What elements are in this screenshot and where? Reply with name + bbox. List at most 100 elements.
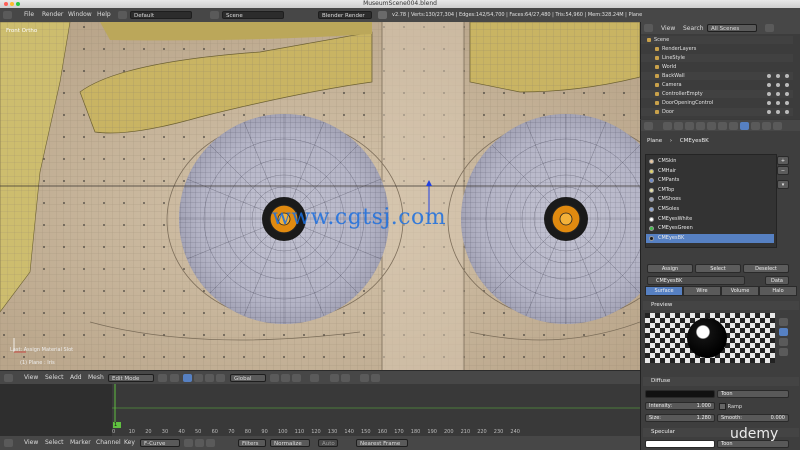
camera-render-icon[interactable] [785, 74, 789, 78]
menu-render[interactable]: Render [42, 11, 63, 18]
tab-halo[interactable]: Halo [759, 286, 797, 296]
outliner-item[interactable]: Camera [641, 81, 793, 89]
auto-normalize-toggle[interactable]: Auto [318, 439, 338, 447]
remove-slot-button[interactable]: − [777, 166, 789, 175]
material-slot-item[interactable]: CMEyesBK [646, 233, 774, 243]
pivot-icon[interactable] [170, 374, 179, 382]
menu-view[interactable]: View [24, 374, 38, 381]
render-engine-select[interactable]: Blender Render [318, 11, 372, 19]
scale-icon[interactable] [216, 374, 225, 382]
edge-select-icon[interactable] [281, 374, 290, 382]
material-slot-item[interactable]: CMEyesWhite [646, 215, 774, 224]
menu-window[interactable]: Window [68, 11, 92, 18]
search-icon[interactable] [765, 24, 774, 32]
preview-sphere-icon[interactable] [779, 328, 788, 336]
screen-layout-icon[interactable] [118, 11, 127, 19]
eye-icon[interactable] [767, 101, 771, 105]
editor-type-icon[interactable] [3, 11, 12, 19]
translate-icon[interactable] [194, 374, 203, 382]
mode-select[interactable]: Edit Mode [108, 374, 154, 382]
modifiers-tab-icon[interactable] [718, 122, 727, 130]
errors-icon[interactable] [206, 439, 215, 447]
material-slot-item[interactable]: CMHair [646, 167, 774, 176]
deselect-button[interactable]: Deselect [743, 264, 789, 273]
face-select-icon[interactable] [292, 374, 301, 382]
tab-volume[interactable]: Volume [721, 286, 759, 296]
menu-file[interactable]: File [24, 11, 34, 18]
cursor-icon[interactable] [776, 101, 780, 105]
size-field[interactable]: Size: 1.280 [645, 414, 715, 422]
menu-key[interactable]: Key [124, 439, 135, 446]
menu-select[interactable]: Select [45, 374, 64, 381]
snap-target-icon[interactable] [341, 374, 350, 382]
camera-render-icon[interactable] [785, 92, 789, 96]
shading-icon[interactable] [158, 374, 167, 382]
outliner-item[interactable]: RenderLayers [641, 45, 793, 53]
preview-monkey-icon[interactable] [779, 348, 788, 356]
diffuse-shader-select[interactable]: Toon [717, 390, 789, 398]
menu-mesh[interactable]: Mesh [88, 374, 104, 381]
menu-marker[interactable]: Marker [70, 439, 91, 446]
material-slot-item[interactable]: CMSoles [646, 205, 774, 214]
camera-render-icon[interactable] [785, 101, 789, 105]
render-tab-icon[interactable] [663, 122, 672, 130]
screen-layout-field[interactable]: Default [130, 11, 192, 19]
menu-add[interactable]: Add [70, 374, 82, 381]
only-selected-icon[interactable] [184, 439, 193, 447]
tab-surface[interactable]: Surface [645, 286, 683, 296]
3d-viewport[interactable]: Front Ortho Last: Assign Material Slot (… [0, 22, 640, 370]
filters-button[interactable]: Filters [238, 439, 266, 447]
rotate-icon[interactable] [205, 374, 214, 382]
assign-button[interactable]: Assign [647, 264, 693, 273]
menu-select[interactable]: Select [45, 439, 64, 446]
particles-tab-icon[interactable] [762, 122, 771, 130]
object-tab-icon[interactable] [707, 122, 716, 130]
editor-type-icon[interactable] [4, 439, 13, 447]
specular-color-swatch[interactable] [645, 440, 715, 448]
cursor-icon[interactable] [776, 83, 780, 87]
editor-type-icon[interactable] [4, 374, 13, 382]
eye-icon[interactable] [767, 110, 771, 114]
outliner-item[interactable]: Scene [641, 36, 793, 44]
outliner-menu-search[interactable]: Search [683, 25, 704, 32]
material-name-field[interactable]: CMEyesBK [647, 276, 745, 285]
menu-channel[interactable]: Channel [96, 439, 121, 446]
hidden-icon[interactable] [195, 439, 204, 447]
material-slot-item[interactable]: CMShoes [646, 195, 774, 204]
physics-tab-icon[interactable] [773, 122, 782, 130]
editor-type-icon[interactable] [644, 24, 653, 32]
cursor-icon[interactable] [776, 110, 780, 114]
outliner-item[interactable]: BackWall [641, 72, 793, 80]
intensity-field[interactable]: Intensity: 1.000 [645, 402, 715, 410]
vertex-select-icon[interactable] [270, 374, 279, 382]
outliner-item[interactable]: LineStyle [641, 54, 793, 62]
menu-help[interactable]: Help [97, 11, 111, 18]
material-slot-item[interactable]: CMPants [646, 176, 774, 185]
scene-field[interactable]: Scene [222, 11, 284, 19]
outliner-filter-select[interactable]: All Scenes [707, 24, 757, 32]
timeline[interactable]: 0 10 20 30 40 50 60 70 80 90 100 110 120 130 140 150 160… [0, 384, 640, 436]
normalize-toggle[interactable]: Normalize [270, 439, 310, 447]
diffuse-panel-header[interactable]: Diffuse [643, 377, 799, 386]
add-slot-button[interactable]: + [777, 156, 789, 165]
cursor-icon[interactable] [776, 74, 780, 78]
orientation-select[interactable]: Global [230, 374, 266, 382]
cursor-icon[interactable] [776, 92, 780, 96]
outliner-item[interactable]: World [641, 63, 793, 71]
eye-icon[interactable] [767, 74, 771, 78]
snap-mode-select[interactable]: Nearest Frame [356, 439, 408, 447]
camera-render-icon[interactable] [785, 110, 789, 114]
render-preview-icon[interactable] [360, 374, 369, 382]
outliner-item[interactable]: Door [641, 108, 793, 116]
proportional-edit-icon[interactable] [310, 374, 319, 382]
graph-mode-select[interactable]: F-Curve [140, 439, 180, 447]
snap-icon[interactable] [330, 374, 339, 382]
material-slot-list[interactable]: CMSkin CMHair CMPants CMTop CMShoes CMSoles CM… [645, 154, 777, 248]
slot-specials-button[interactable]: ▾ [777, 180, 789, 189]
world-tab-icon[interactable] [696, 122, 705, 130]
eye-icon[interactable] [767, 92, 771, 96]
material-slot-item[interactable]: CMTop [646, 186, 774, 195]
tab-wire[interactable]: Wire [683, 286, 721, 296]
preview-panel-header[interactable]: Preview [643, 301, 799, 310]
data-link-select[interactable]: Data [765, 276, 789, 285]
